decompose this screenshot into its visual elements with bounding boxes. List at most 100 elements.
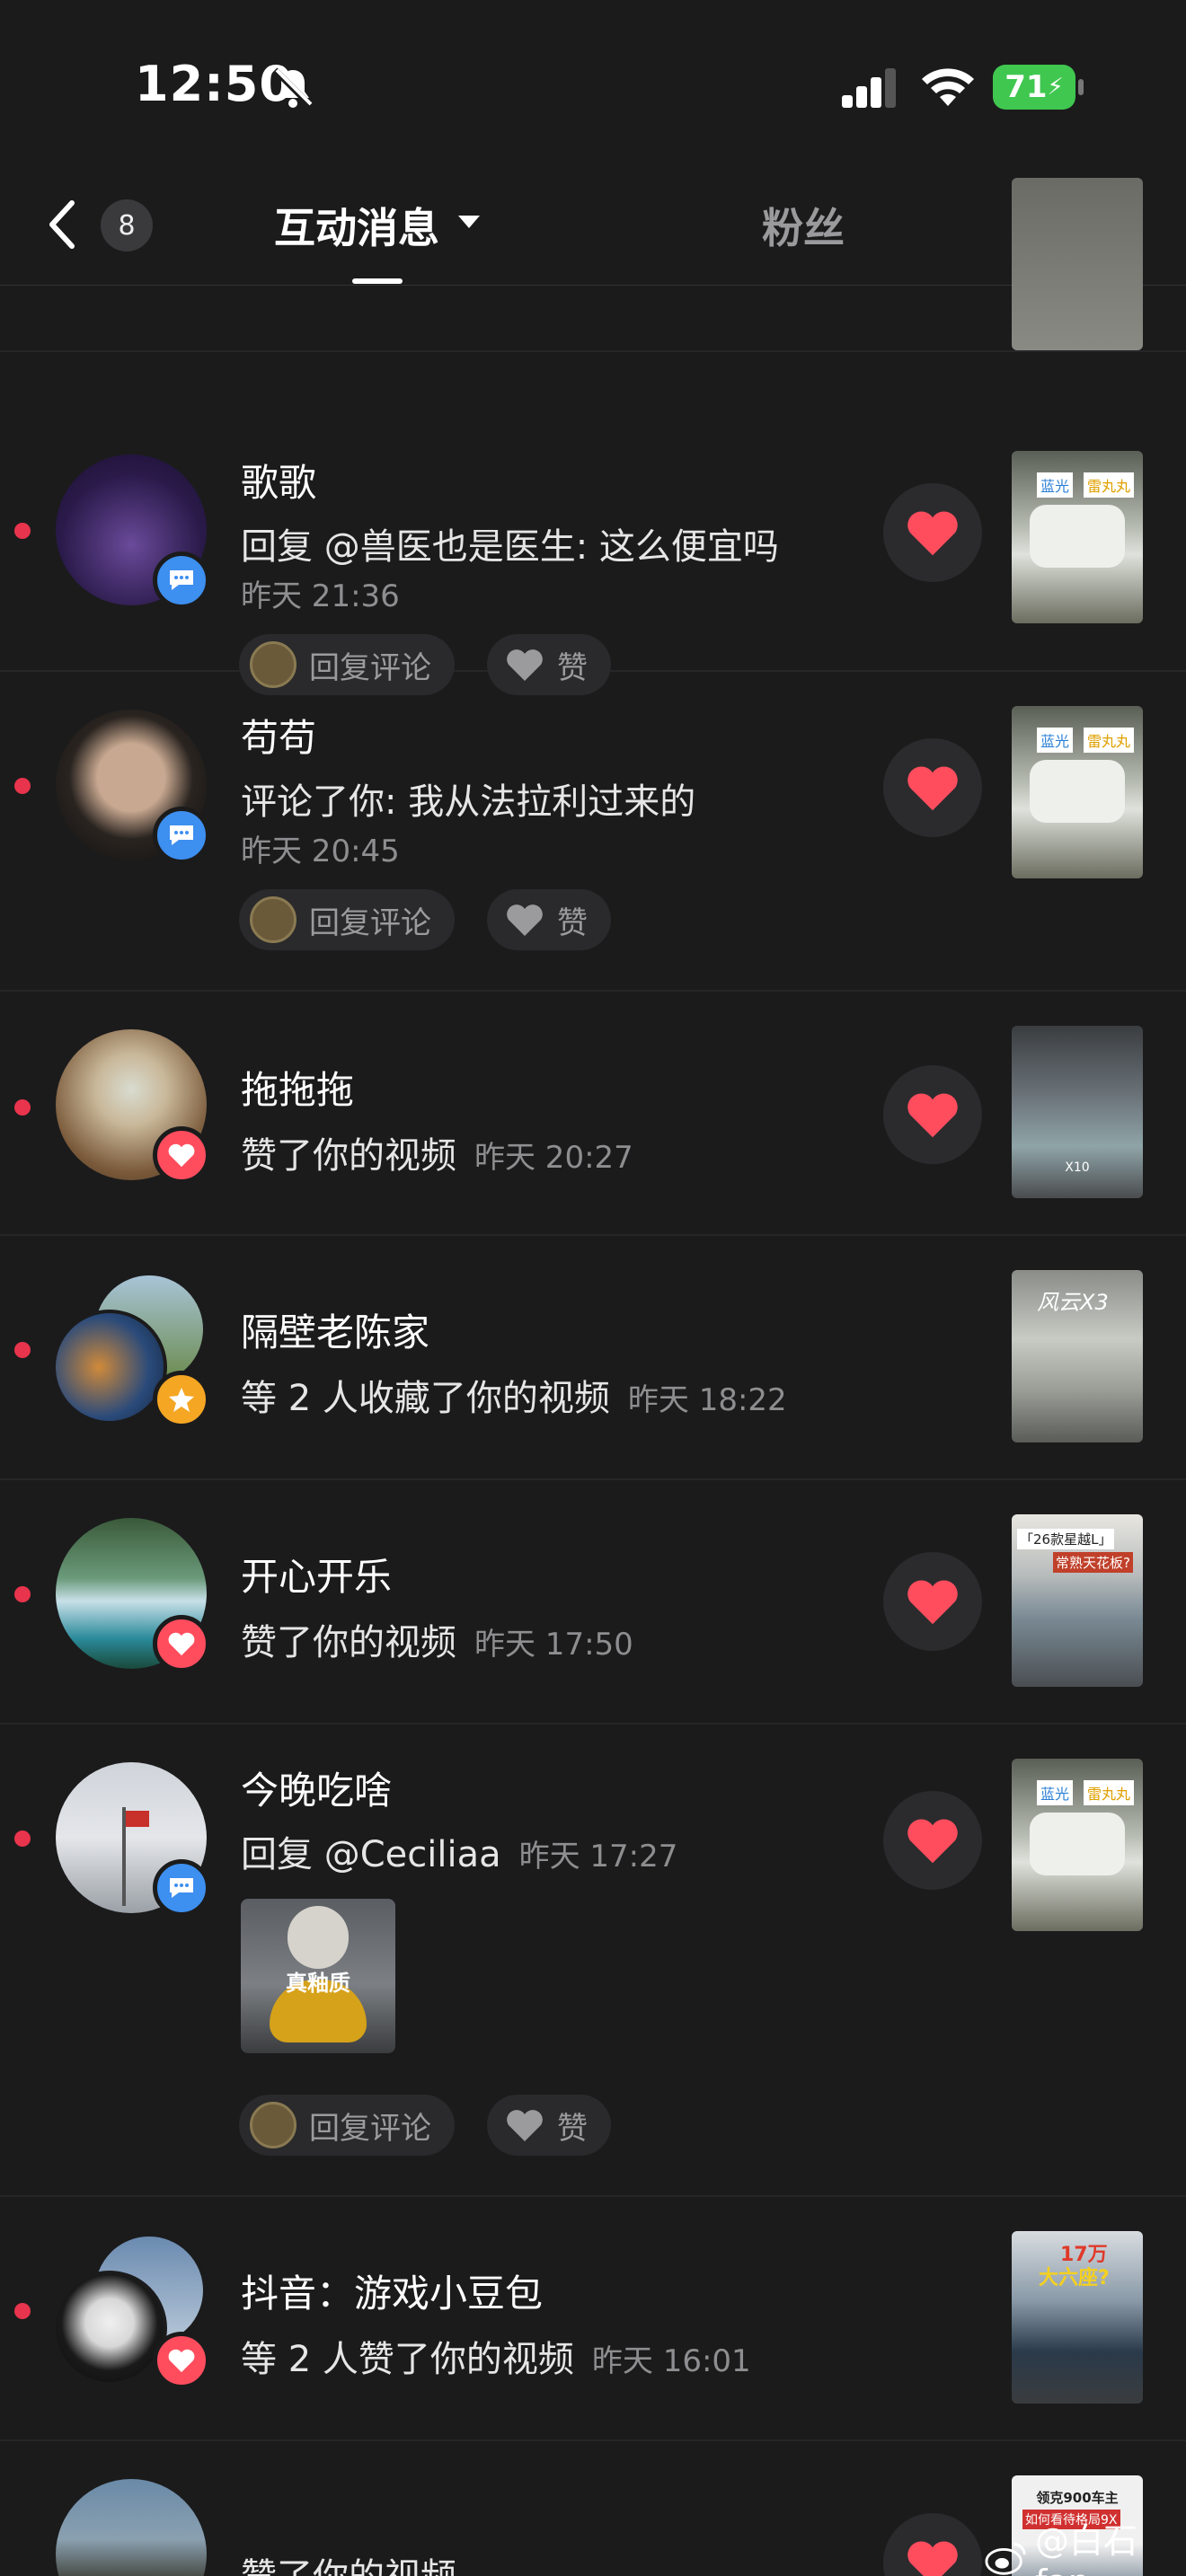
thumbnail-tag: 雷丸丸 <box>1084 728 1135 753</box>
user-name[interactable]: 抖音：游戏小豆包 <box>241 2263 543 2318</box>
message-time: 昨天 21:36 <box>241 578 400 614</box>
heart-icon <box>907 2541 958 2576</box>
like-heart-button[interactable] <box>883 483 982 582</box>
avatar-mini-icon <box>250 896 296 943</box>
message-time: 昨天 17:27 <box>518 1839 678 1875</box>
message-text-body: 回复 @Ceciliaa <box>241 1834 501 1875</box>
watermark: @白石fan <box>985 2513 1186 2576</box>
user-name[interactable]: 拖拖拖 <box>241 1060 354 1115</box>
unread-dot <box>14 523 31 539</box>
heart-badge-icon <box>153 2332 210 2389</box>
thumbnail-caption: 领克900车主 <box>1036 2490 1119 2506</box>
video-thumbnail[interactable]: 风云X3 <box>1012 1270 1143 1442</box>
list-item[interactable]: 今晚吃啥 回复 @Ceciliaa 昨天 17:27 真釉质 回复评论 赞 蓝光 … <box>0 1725 1186 2197</box>
message-text: 回复 @兽医也是医生: 这么便宜吗 <box>241 526 779 568</box>
like-button[interactable]: 赞 <box>487 889 611 950</box>
heart-outline-icon <box>507 2110 543 2141</box>
sticker-image[interactable]: 真釉质 <box>241 1899 395 2053</box>
top-nav: 8 互动消息 粉丝 <box>0 171 1186 286</box>
tab-fans[interactable]: 粉丝 <box>762 196 845 255</box>
tab-interactions[interactable]: 互动消息 <box>274 196 439 255</box>
app-root: 12:50 71 ⚡ 8 互动消息 粉丝 歌歌 回复 @兽医也是医生: 这么便宜吗… <box>0 0 1186 2576</box>
weibo-icon <box>985 2542 1026 2575</box>
sticker-face <box>288 1906 349 1969</box>
message-text-body: 赞了你的视频 <box>241 1135 456 1177</box>
video-thumbnail[interactable]: 「26款星越L」 常熟天花板? <box>1012 1514 1143 1687</box>
star-badge-icon <box>153 1371 210 1428</box>
thumbnail-caption: 风云X3 <box>1037 1290 1109 1315</box>
user-name[interactable]: 今晚吃啥 <box>241 1760 392 1815</box>
video-thumbnail[interactable]: 蓝光 雷丸丸 <box>1012 1759 1143 1931</box>
message-text-body: 赞了你的视频 <box>241 1622 456 1663</box>
unread-dot <box>14 1831 31 1847</box>
thumbnail-car <box>1030 1813 1125 1875</box>
list-item[interactable]: 拖拖拖 赞了你的视频 昨天 20:27 X10 <box>0 992 1186 1236</box>
message-time: 昨天 16:01 <box>591 2343 751 2379</box>
list-item[interactable]: 苟苟 评论了你: 我从法拉利过来的 昨天 20:45 回复评论 赞 蓝光 雷丸丸 <box>0 672 1186 992</box>
like-heart-button[interactable] <box>883 738 982 837</box>
thumbnail-tag: 雷丸丸 <box>1084 472 1135 498</box>
reply-comment-button[interactable]: 回复评论 <box>239 2095 455 2156</box>
thumbnail-caption: 「26款星越L」 <box>1017 1529 1115 1549</box>
message-time: 昨天 20:45 <box>241 834 400 869</box>
like-heart-button[interactable] <box>883 1065 982 1164</box>
thumbnail-caption: 大六座? <box>1039 2267 1110 2289</box>
thumbnail-car <box>1030 505 1125 568</box>
list-item[interactable]: 隔壁老陈家 等 2 人收藏了你的视频 昨天 18:22 风云X3 <box>0 1236 1186 1480</box>
watermark-text: @白石fan <box>1035 2521 1138 2576</box>
message-time: 昨天 17:50 <box>474 1627 633 1663</box>
wifi-icon <box>922 68 974 106</box>
message-text: 赞了你的视频 昨天 20:27 <box>241 1126 633 1178</box>
flag <box>126 1811 149 1827</box>
message-text: 等 2 人收藏了你的视频 昨天 18:22 <box>241 1369 787 1421</box>
list-item[interactable]: 抖音：游戏小豆包 等 2 人赞了你的视频 昨天 16:01 17万 大六座? <box>0 2197 1186 2441</box>
video-thumbnail[interactable]: 蓝光 雷丸丸 <box>1012 451 1143 623</box>
avatar[interactable] <box>56 2479 207 2576</box>
thumbnail-caption: 常熟天花板? <box>1053 1552 1133 1573</box>
comment-badge-icon <box>153 551 210 609</box>
active-tab-indicator <box>352 278 403 284</box>
heart-outline-icon <box>507 904 543 936</box>
avatar[interactable] <box>52 1310 167 1425</box>
like-heart-button[interactable] <box>883 1791 982 1890</box>
video-thumbnail[interactable]: 蓝光 雷丸丸 <box>1012 706 1143 878</box>
battery-indicator: 71 ⚡ <box>993 65 1075 110</box>
thumbnail-caption: X10 <box>1065 1160 1090 1175</box>
video-thumbnail[interactable] <box>1012 178 1143 350</box>
heart-icon <box>907 1093 958 1138</box>
message-text-body: 等 2 人赞了你的视频 <box>241 2339 574 2380</box>
list-item[interactable]: 歌歌 回复 @兽医也是医生: 这么便宜吗 昨天 21:36 回复评论 赞 蓝光 … <box>0 352 1186 695</box>
unread-dot <box>14 778 31 794</box>
video-thumbnail[interactable]: X10 <box>1012 1026 1143 1198</box>
list-item[interactable] <box>0 178 1186 352</box>
message-text: 等 2 人赞了你的视频 昨天 16:01 <box>241 2330 751 2382</box>
thumbnail-tag: 蓝光 <box>1037 472 1074 498</box>
user-name[interactable]: 苟苟 <box>241 708 316 763</box>
message-text-body: 等 2 人收藏了你的视频 <box>241 1378 610 1419</box>
thumbnail-car <box>1030 760 1125 823</box>
list-item[interactable]: 开心开乐 赞了你的视频 昨天 17:50 「26款星越L」 常熟天花板? <box>0 1480 1186 1725</box>
charging-icon: ⚡ <box>1047 74 1064 101</box>
reply-label: 回复评论 <box>309 2110 431 2147</box>
heart-icon <box>907 511 958 556</box>
unread-dot <box>14 1586 31 1602</box>
avatar[interactable] <box>52 2271 167 2386</box>
dropdown-caret-icon[interactable] <box>458 216 480 228</box>
sticker-caption: 真釉质 <box>286 1971 350 1996</box>
like-label: 赞 <box>557 2110 588 2147</box>
thumbnail-tag: 蓝光 <box>1037 1780 1074 1805</box>
unread-dot <box>14 2303 31 2319</box>
video-thumbnail[interactable]: 17万 大六座? <box>1012 2231 1143 2404</box>
like-button[interactable]: 赞 <box>487 2095 611 2156</box>
like-heart-button[interactable] <box>883 2513 982 2576</box>
back-icon[interactable] <box>45 198 81 251</box>
thumbnail-tag: 蓝光 <box>1037 728 1074 753</box>
user-name[interactable]: 开心开乐 <box>241 1547 392 1601</box>
battery-cap <box>1078 79 1084 95</box>
bell-off-icon <box>272 67 314 109</box>
user-name[interactable]: 隔壁老陈家 <box>241 1302 429 1357</box>
message-time: 昨天 20:27 <box>474 1140 633 1176</box>
reply-comment-button[interactable]: 回复评论 <box>239 889 455 950</box>
user-name[interactable]: 歌歌 <box>241 453 316 507</box>
like-heart-button[interactable] <box>883 1552 982 1651</box>
